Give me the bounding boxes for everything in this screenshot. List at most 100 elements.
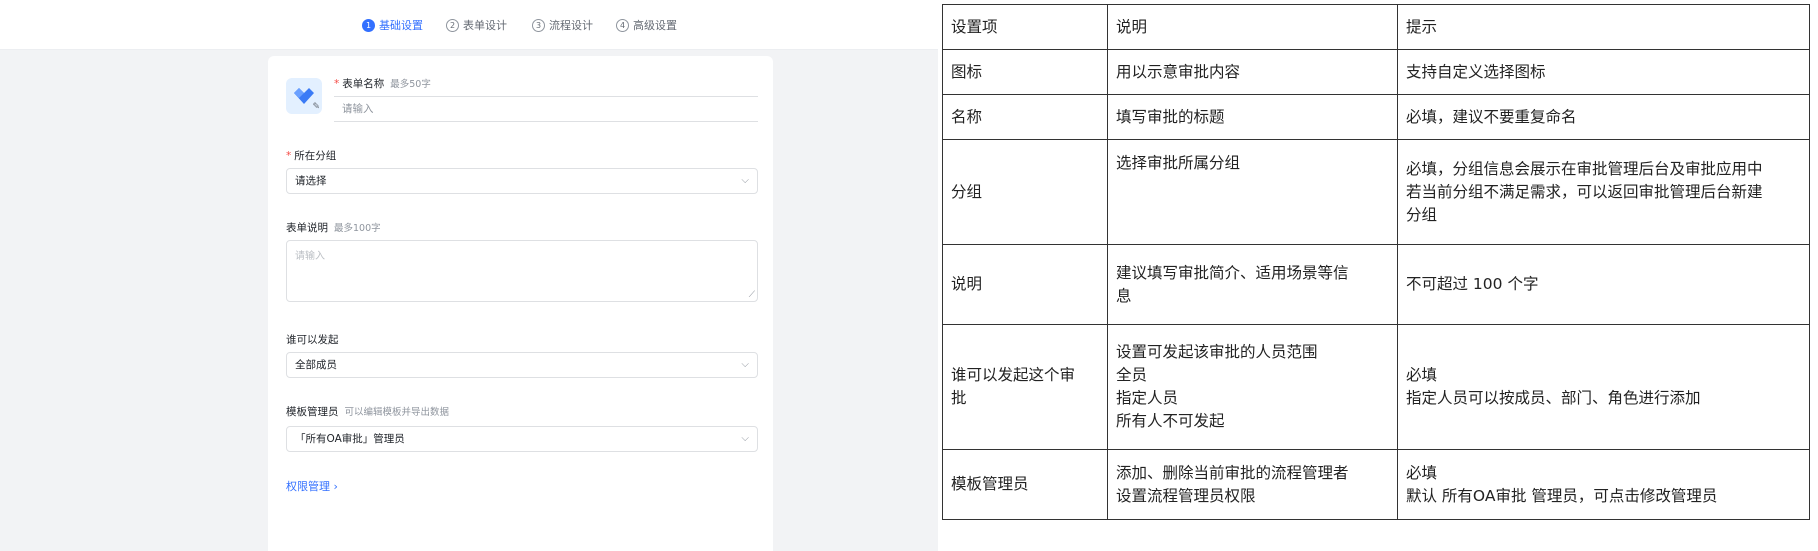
cell-item: 分组 xyxy=(942,139,1108,245)
group-select[interactable]: 请选择 ⌵ xyxy=(286,168,758,194)
cell-item: 说明 xyxy=(942,244,1108,325)
cell-item: 模板管理员 xyxy=(942,449,1108,520)
template-admin-select[interactable]: 「所有OA审批」管理员 ⌵ xyxy=(286,426,758,452)
step-number: 4 xyxy=(616,18,629,32)
cell-description: 选择审批所属分组 xyxy=(1107,139,1398,245)
description-label-text: 表单说明 xyxy=(286,222,328,234)
initiator-select[interactable]: 全部成员 ⌵ xyxy=(286,352,758,378)
required-mark: * xyxy=(286,150,292,162)
template-admin-hint: 可以编辑模板并导出数据 xyxy=(344,407,450,418)
app-icon-picker[interactable]: ✎ xyxy=(286,78,322,114)
text-line: 必填，建议不要重复命名 xyxy=(1406,107,1577,126)
step-number: 2 xyxy=(446,18,459,32)
text-line: 指定人员 xyxy=(1116,389,1179,407)
cell-tip: 支持自定义选择图标 xyxy=(1397,49,1810,95)
text-line: 必填，分组信息会展示在审批管理后台及审批应用中 xyxy=(1406,159,1763,178)
text-line: 填写审批的标题 xyxy=(1116,107,1225,126)
template-admin-value: 「所有OA审批」管理员 xyxy=(295,433,405,445)
text-line: 批 xyxy=(951,389,967,407)
settings-table: 设置项 说明 提示 图标 用以示意审批内容 支持自定义选择图标 名称 填写审批的… xyxy=(942,4,1810,520)
step-label: 基础设置 xyxy=(379,19,423,32)
chevron-down-icon: ⌵ xyxy=(741,359,749,370)
chevron-down-icon: ⌵ xyxy=(741,433,749,444)
text-line: 支持自定义选择图标 xyxy=(1406,62,1546,81)
table-row: 谁可以发起这个审 批 设置可发起该审批的人员范围 全员 指定人员 所有人不可发起… xyxy=(942,324,1810,450)
step-bar: 1 基础设置 2 表单设计 3 流程设计 4 高级设置 xyxy=(0,0,938,50)
group-label: * 所在分组 xyxy=(286,148,336,163)
table-row: 名称 填写审批的标题 必填，建议不要重复命名 xyxy=(942,94,1810,140)
chevron-right-icon: › xyxy=(333,480,338,493)
text-line: 用以示意审批内容 xyxy=(1116,62,1241,81)
cell-description: 建议填写审批简介、适用场景等信 息 xyxy=(1107,244,1398,325)
cell-description: 添加、删除当前审批的流程管理者 设置流程管理员权限 xyxy=(1107,449,1398,520)
text-line: 全员 xyxy=(1116,366,1148,384)
table-row: 分组 选择审批所属分组 必填，分组信息会展示在审批管理后台及审批应用中 若当前分… xyxy=(942,139,1810,245)
text-line: 若当前分组不满足需求，可以返回审批管理后台新建 xyxy=(1406,182,1763,201)
initiator-label-text: 谁可以发起 xyxy=(286,334,339,346)
initiator-label: 谁可以发起 xyxy=(286,332,339,347)
text-line: 添加、删除当前审批的流程管理者 xyxy=(1116,463,1349,482)
cell-tip: 不可超过 100 个字 xyxy=(1397,244,1810,325)
text-line: 所有人不可发起 xyxy=(1116,412,1225,430)
step-number: 3 xyxy=(532,18,545,32)
resize-handle-icon[interactable]: ⟋ xyxy=(749,290,755,300)
basic-settings-card: ✎ * 表单名称 最多50字 请输入 * 所在分组 请选择 ⌵ 表单说明 最多100字 … xyxy=(268,56,773,551)
cell-description: 用以示意审批内容 xyxy=(1107,49,1398,95)
permission-management-label: 权限管理 xyxy=(286,480,330,493)
text-line: 分组 xyxy=(1406,205,1438,224)
cell-item: 谁可以发起这个审 批 xyxy=(942,324,1108,450)
form-editor-panel: 1 基础设置 2 表单设计 3 流程设计 4 高级设置 ✎ * 表单名称 最多50字… xyxy=(0,0,938,551)
template-admin-label: 模板管理员 可以编辑模板并导出数据 xyxy=(286,404,449,419)
cell-item: 名称 xyxy=(942,94,1108,140)
description-hint: 最多100字 xyxy=(334,223,381,234)
text-line: 谁可以发起这个审 xyxy=(951,366,1076,384)
cell-item: 图标 xyxy=(942,49,1108,95)
form-name-label: * 表单名称 最多50字 xyxy=(334,76,431,91)
header-item: 设置项 xyxy=(942,4,1108,50)
header-description: 说明 xyxy=(1107,4,1398,50)
step-label: 高级设置 xyxy=(633,19,677,32)
header-tip: 提示 xyxy=(1397,4,1810,50)
required-mark: * xyxy=(334,78,340,90)
text-line: 不可超过 100 个字 xyxy=(1406,275,1539,293)
step-process-design[interactable]: 3 流程设计 xyxy=(532,17,593,33)
text-line: 设置可发起该审批的人员范围 xyxy=(1116,343,1318,361)
description-textarea[interactable]: 请输入 ⟋ xyxy=(286,240,758,302)
text-line: 息 xyxy=(1116,286,1132,305)
edit-icon[interactable]: ✎ xyxy=(312,102,320,112)
permission-management-link[interactable]: 权限管理 › xyxy=(286,478,338,494)
form-name-label-text: 表单名称 xyxy=(342,78,385,90)
description-placeholder: 请输入 xyxy=(295,251,325,262)
cell-tip: 必填，建议不要重复命名 xyxy=(1397,94,1810,140)
table-row: 图标 用以示意审批内容 支持自定义选择图标 xyxy=(942,49,1810,95)
step-label: 表单设计 xyxy=(463,19,507,32)
initiator-select-value: 全部成员 xyxy=(295,359,337,371)
step-number: 1 xyxy=(362,18,375,32)
table-row: 模板管理员 添加、删除当前审批的流程管理者 设置流程管理员权限 必填 默认 所有… xyxy=(942,449,1810,520)
step-basic-settings[interactable]: 1 基础设置 xyxy=(362,17,423,33)
text-line: 必填 xyxy=(1406,366,1438,384)
cell-description: 填写审批的标题 xyxy=(1107,94,1398,140)
cell-tip: 必填，分组信息会展示在审批管理后台及审批应用中 若当前分组不满足需求，可以返回审… xyxy=(1397,139,1810,245)
text-line: 默认 所有OA审批 管理员，可点击修改管理员 xyxy=(1406,486,1718,505)
step-label: 流程设计 xyxy=(549,19,593,32)
chevron-down-icon: ⌵ xyxy=(741,175,749,186)
template-admin-label-text: 模板管理员 xyxy=(286,406,339,418)
form-name-input[interactable]: 请输入 xyxy=(334,96,758,122)
cell-tip: 必填 指定人员可以按成员、部门、角色进行添加 xyxy=(1397,324,1810,450)
cell-tip: 必填 默认 所有OA审批 管理员，可点击修改管理员 xyxy=(1397,449,1810,520)
text-line: 选择审批所属分组 xyxy=(1116,154,1241,172)
text-line: 指定人员可以按成员、部门、角色进行添加 xyxy=(1406,389,1701,407)
group-select-value: 请选择 xyxy=(295,175,327,187)
step-advanced-settings[interactable]: 4 高级设置 xyxy=(616,17,677,33)
form-name-hint: 最多50字 xyxy=(390,79,431,90)
text-line: 设置流程管理员权限 xyxy=(1116,486,1256,505)
group-label-text: 所在分组 xyxy=(294,150,337,162)
step-form-design[interactable]: 2 表单设计 xyxy=(446,17,507,33)
text-line: 必填 xyxy=(1406,463,1438,482)
table-header-row: 设置项 说明 提示 xyxy=(942,4,1810,50)
settings-description-table-panel: 设置项 说明 提示 图标 用以示意审批内容 支持自定义选择图标 名称 填写审批的… xyxy=(938,0,1818,551)
description-label: 表单说明 最多100字 xyxy=(286,220,381,235)
cell-description: 设置可发起该审批的人员范围 全员 指定人员 所有人不可发起 xyxy=(1107,324,1398,450)
text-line: 建议填写审批简介、适用场景等信 xyxy=(1116,263,1349,282)
